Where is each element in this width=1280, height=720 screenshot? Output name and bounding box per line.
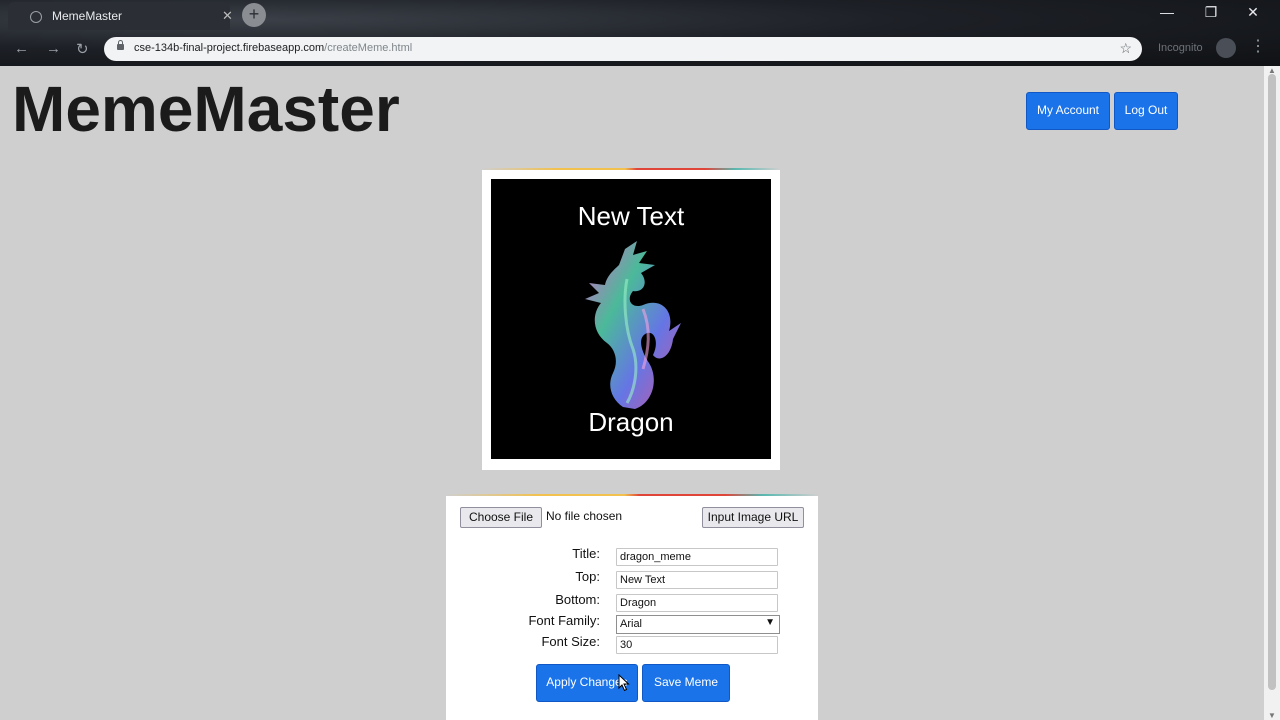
restore-icon[interactable]: ❐ bbox=[1196, 4, 1226, 21]
font-family-label: Font Family: bbox=[528, 613, 600, 628]
log-out-button[interactable]: Log Out bbox=[1114, 92, 1178, 130]
url-host: cse-134b-final-project.firebaseapp.com bbox=[134, 42, 325, 54]
reload-icon[interactable]: ↻ bbox=[76, 40, 89, 58]
meme-bottom-text: Dragon bbox=[588, 407, 674, 437]
meme-canvas: New Text Dragon bbox=[491, 179, 771, 459]
mouse-cursor-icon bbox=[618, 674, 630, 692]
forward-icon[interactable]: → bbox=[46, 40, 61, 57]
file-status: No file chosen bbox=[546, 509, 623, 523]
incognito-avatar-icon[interactable] bbox=[1216, 38, 1236, 58]
font-size-label: Font Size: bbox=[541, 634, 600, 649]
title-label: Title: bbox=[572, 546, 600, 561]
minimize-icon[interactable]: — bbox=[1152, 4, 1182, 20]
font-size-input[interactable] bbox=[616, 636, 778, 654]
meme-top-text: New Text bbox=[577, 201, 685, 231]
choose-file-button[interactable]: Choose File bbox=[460, 507, 542, 528]
top-label: Top: bbox=[575, 569, 600, 584]
new-tab-icon[interactable]: + bbox=[242, 3, 266, 27]
globe-icon bbox=[30, 11, 42, 23]
dropdown-caret-icon: ▼ bbox=[765, 617, 775, 628]
my-account-button[interactable]: My Account bbox=[1026, 92, 1110, 130]
bottom-label: Bottom: bbox=[555, 592, 600, 607]
menu-dots-icon[interactable]: ⋮ bbox=[1250, 36, 1266, 56]
title-input[interactable] bbox=[616, 548, 778, 566]
close-tab-icon[interactable]: ✕ bbox=[222, 8, 233, 24]
bookmark-star-icon[interactable]: ☆ bbox=[1119, 40, 1132, 57]
tab-title: MemeMaster bbox=[52, 9, 123, 23]
scroll-down-icon[interactable]: ▼ bbox=[1268, 711, 1276, 720]
input-image-url-button[interactable]: Input Image URL bbox=[702, 507, 804, 528]
back-icon[interactable]: ← bbox=[14, 40, 29, 57]
browser-tab[interactable]: MemeMaster ✕ bbox=[8, 2, 233, 30]
url-text: cse-134b-final-project.firebaseapp.com/c… bbox=[134, 42, 412, 54]
page-content: MemeMaster My Account Log Out New Text D… bbox=[0, 66, 1264, 720]
save-meme-button[interactable]: Save Meme bbox=[642, 664, 730, 702]
site-title: MemeMaster bbox=[12, 73, 400, 145]
meme-editor-form: Choose File No file chosen Input Image U… bbox=[446, 496, 818, 720]
font-family-value: Arial bbox=[620, 618, 643, 630]
scroll-thumb[interactable] bbox=[1268, 74, 1276, 690]
page-scrollbar[interactable]: ▲ ▼ bbox=[1264, 66, 1280, 720]
font-family-select[interactable]: Arial ▼ bbox=[616, 615, 780, 634]
dragon-image bbox=[585, 241, 681, 409]
url-path: /createMeme.html bbox=[324, 42, 413, 54]
bottom-text-input[interactable] bbox=[616, 594, 778, 612]
window-close-icon[interactable]: ✕ bbox=[1238, 4, 1268, 21]
profile-label: Incognito bbox=[1158, 42, 1203, 54]
meme-preview-card: New Text Dragon bbox=[482, 170, 780, 470]
address-bar[interactable]: cse-134b-final-project.firebaseapp.com/c… bbox=[104, 37, 1142, 61]
browser-chrome: MemeMaster ✕ + — ❐ ✕ ← → ↻ cse-134b-fina… bbox=[0, 0, 1280, 66]
top-text-input[interactable] bbox=[616, 571, 778, 589]
lock-icon bbox=[117, 40, 124, 50]
